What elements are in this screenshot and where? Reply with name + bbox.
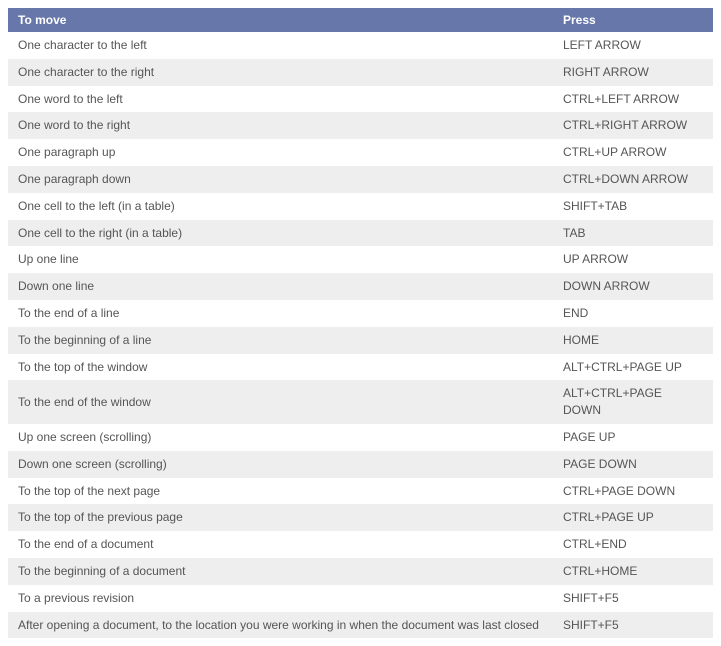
cell-press: TAB (553, 220, 713, 247)
table-row: Up one screen (scrolling)PAGE UP (8, 424, 713, 451)
cell-press: PAGE UP (553, 424, 713, 451)
table-row: To the top of the next pageCTRL+PAGE DOW… (8, 478, 713, 505)
cell-press: HOME (553, 327, 713, 354)
cell-move: Up one line (8, 246, 553, 273)
cell-move: To the beginning of a line (8, 327, 553, 354)
cell-move: One character to the right (8, 59, 553, 86)
cell-press: SHIFT+F5 (553, 585, 713, 612)
cell-move: One word to the left (8, 86, 553, 113)
table-row: One word to the rightCTRL+RIGHT ARROW (8, 112, 713, 139)
cell-move: To the end of a line (8, 300, 553, 327)
table-row: One character to the leftLEFT ARROW (8, 32, 713, 59)
cell-press: ALT+CTRL+PAGE DOWN (553, 380, 713, 424)
cell-press: RIGHT ARROW (553, 59, 713, 86)
table-row: To the end of a documentCTRL+END (8, 531, 713, 558)
table-row: Down one lineDOWN ARROW (8, 273, 713, 300)
cell-press: CTRL+HOME (553, 558, 713, 585)
cell-press: DOWN ARROW (553, 273, 713, 300)
cell-move: After opening a document, to the locatio… (8, 612, 553, 639)
cell-move: To a previous revision (8, 585, 553, 612)
cell-press: LEFT ARROW (553, 32, 713, 59)
col-header-move: To move (8, 8, 553, 32)
table-row: One paragraph upCTRL+UP ARROW (8, 139, 713, 166)
cell-press: CTRL+END (553, 531, 713, 558)
cell-press: CTRL+PAGE DOWN (553, 478, 713, 505)
table-row: To the beginning of a documentCTRL+HOME (8, 558, 713, 585)
cell-move: Down one line (8, 273, 553, 300)
cell-move: Down one screen (scrolling) (8, 451, 553, 478)
cell-move: One cell to the left (in a table) (8, 193, 553, 220)
cell-press: CTRL+UP ARROW (553, 139, 713, 166)
cell-move: To the beginning of a document (8, 558, 553, 585)
cell-press: CTRL+PAGE UP (553, 504, 713, 531)
cell-press: UP ARROW (553, 246, 713, 273)
col-header-press: Press (553, 8, 713, 32)
table-row: One cell to the right (in a table)TAB (8, 220, 713, 247)
table-header-row: To move Press (8, 8, 713, 32)
cell-move: One character to the left (8, 32, 553, 59)
cell-move: To the top of the window (8, 354, 553, 381)
cell-move: One paragraph up (8, 139, 553, 166)
table-row: To the top of the windowALT+CTRL+PAGE UP (8, 354, 713, 381)
cell-press: CTRL+DOWN ARROW (553, 166, 713, 193)
cell-move: One paragraph down (8, 166, 553, 193)
cell-press: END (553, 300, 713, 327)
cell-press: CTRL+RIGHT ARROW (553, 112, 713, 139)
table-row: After opening a document, to the locatio… (8, 612, 713, 639)
table-row: To the end of a lineEND (8, 300, 713, 327)
table-row: Down one screen (scrolling)PAGE DOWN (8, 451, 713, 478)
table-row: One character to the rightRIGHT ARROW (8, 59, 713, 86)
table-row: To a previous revisionSHIFT+F5 (8, 585, 713, 612)
cell-press: ALT+CTRL+PAGE UP (553, 354, 713, 381)
shortcuts-table: To move Press One character to the leftL… (8, 8, 713, 638)
table-row: One paragraph downCTRL+DOWN ARROW (8, 166, 713, 193)
table-row: To the beginning of a lineHOME (8, 327, 713, 354)
table-row: To the end of the windowALT+CTRL+PAGE DO… (8, 380, 713, 424)
cell-move: To the top of the previous page (8, 504, 553, 531)
cell-move: To the top of the next page (8, 478, 553, 505)
cell-move: To the end of a document (8, 531, 553, 558)
cell-move: Up one screen (scrolling) (8, 424, 553, 451)
table-row: To the top of the previous pageCTRL+PAGE… (8, 504, 713, 531)
cell-move: One cell to the right (in a table) (8, 220, 553, 247)
table-row: Up one lineUP ARROW (8, 246, 713, 273)
table-row: One cell to the left (in a table)SHIFT+T… (8, 193, 713, 220)
cell-press: CTRL+LEFT ARROW (553, 86, 713, 113)
table-row: One word to the leftCTRL+LEFT ARROW (8, 86, 713, 113)
cell-press: SHIFT+F5 (553, 612, 713, 639)
cell-move: To the end of the window (8, 380, 553, 424)
cell-press: PAGE DOWN (553, 451, 713, 478)
cell-move: One word to the right (8, 112, 553, 139)
cell-press: SHIFT+TAB (553, 193, 713, 220)
